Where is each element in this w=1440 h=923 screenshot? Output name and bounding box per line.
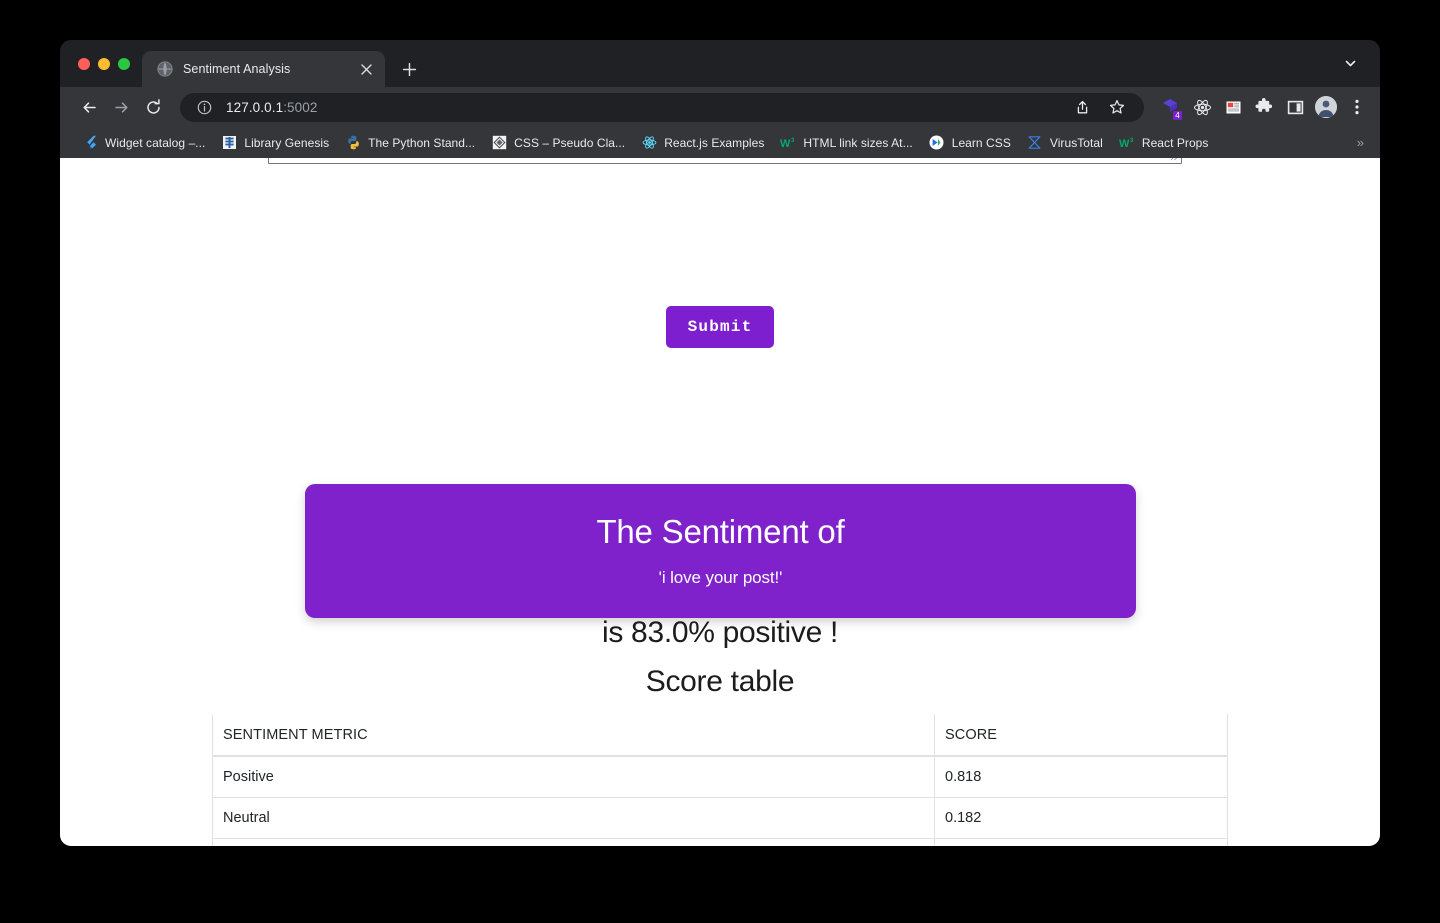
browser-window: Sentiment Analysis	[60, 40, 1380, 846]
avatar[interactable]	[1313, 94, 1339, 120]
cell-metric: Negative	[213, 839, 935, 847]
react-icon[interactable]	[1189, 94, 1215, 120]
w3-icon: W 3	[1119, 135, 1135, 151]
cell-score: 0.818	[935, 756, 1228, 798]
sidepanel-icon[interactable]	[1282, 94, 1308, 120]
url-host: 127.0.0.1	[226, 100, 283, 115]
submit-row: Submit	[60, 306, 1380, 348]
resize-grip-icon[interactable]	[1168, 158, 1179, 161]
css-diamond-icon	[491, 135, 507, 151]
bookmark-label: Library Genesis	[244, 136, 329, 150]
table-row: Neutral 0.182	[213, 798, 1228, 839]
bookmark-label: React.js Examples	[664, 136, 764, 150]
score-table-container: SENTIMENT METRIC SCORE Positive 0.818 Ne…	[212, 714, 1228, 846]
learn-css-icon	[929, 135, 945, 151]
bookmark-item-css-pseudo-classes[interactable]: CSS – Pseudo Cla...	[483, 132, 633, 154]
share-icon[interactable]	[1069, 94, 1095, 120]
column-header-metric: SENTIMENT METRIC	[213, 715, 935, 757]
extension-badge-count: 4	[1172, 110, 1183, 121]
flutter-icon	[82, 135, 98, 151]
browser-menu-icon[interactable]	[1344, 94, 1370, 120]
reader-window-icon[interactable]	[1220, 94, 1246, 120]
cell-score: 0.0	[935, 839, 1228, 847]
cell-metric: Neutral	[213, 798, 935, 839]
window-close-button[interactable]	[78, 58, 90, 70]
table-row: Negative 0.0	[213, 839, 1228, 847]
bookmark-label: VirusTotal	[1050, 136, 1103, 150]
url-text: 127.0.0.1:5002	[226, 100, 1060, 115]
window-traffic-lights	[60, 40, 142, 87]
star-icon[interactable]	[1104, 94, 1130, 120]
tab-title: Sentiment Analysis	[183, 62, 347, 76]
bookmark-item-html-link-sizes[interactable]: W 3 HTML link sizes At...	[772, 132, 920, 154]
bookmarks-overflow-icon[interactable]: »	[1353, 135, 1368, 150]
bookmark-item-reactjs-examples[interactable]: React.js Examples	[633, 132, 772, 154]
bookmark-item-library-genesis[interactable]: Library Genesis	[213, 132, 337, 154]
cell-score: 0.182	[935, 798, 1228, 839]
bookmark-item-react-props[interactable]: W 3 React Props	[1111, 132, 1217, 154]
bookmark-item-python-standard[interactable]: The Python Stand...	[337, 132, 483, 154]
window-maximize-button[interactable]	[118, 58, 130, 70]
bookmark-label: React Props	[1142, 136, 1209, 150]
sentiment-verdict: is 83.0% positive !	[60, 616, 1380, 650]
sentiment-card-quote: 'i love your post!'	[325, 568, 1116, 588]
extension-purple-diamond-icon[interactable]: 4	[1158, 94, 1184, 120]
close-icon[interactable]	[357, 60, 375, 78]
chevron-down-icon[interactable]	[1336, 50, 1364, 78]
sentiment-result-card: The Sentiment of 'i love your post!'	[305, 484, 1136, 618]
score-table-head: SENTIMENT METRIC SCORE	[213, 715, 1228, 757]
svg-text:W: W	[1119, 138, 1130, 150]
tab-strip: Sentiment Analysis	[60, 40, 1380, 87]
new-tab-button[interactable]	[393, 53, 425, 85]
react-icon	[641, 135, 657, 151]
reload-icon[interactable]	[138, 92, 168, 122]
url-port: :5002	[283, 100, 317, 115]
browser-toolbar: 127.0.0.1:5002 4	[60, 87, 1380, 127]
python-icon	[345, 135, 361, 151]
cell-metric: Positive	[213, 756, 935, 798]
bookmark-label: Widget catalog –...	[105, 136, 205, 150]
tabstrip-right-controls	[1336, 40, 1380, 87]
table-header-row: SENTIMENT METRIC SCORE	[213, 715, 1228, 757]
library-genesis-icon	[221, 135, 237, 151]
window-minimize-button[interactable]	[98, 58, 110, 70]
address-bar[interactable]: 127.0.0.1:5002	[180, 93, 1144, 122]
virustotal-icon	[1027, 135, 1043, 151]
extension-icons: 4	[1154, 94, 1370, 120]
svg-text:W: W	[780, 138, 791, 150]
w3-icon: W 3	[780, 135, 796, 151]
table-row: Positive 0.818	[213, 756, 1228, 798]
sentiment-text-input[interactable]	[268, 158, 1182, 164]
bookmark-label: HTML link sizes At...	[803, 136, 912, 150]
bookmark-label: Learn CSS	[952, 136, 1011, 150]
column-header-score: SCORE	[935, 715, 1228, 757]
bookmarks-bar: Widget catalog –... Library Genesis	[60, 127, 1380, 158]
score-table: SENTIMENT METRIC SCORE Positive 0.818 Ne…	[212, 714, 1228, 846]
bookmark-item-learn-css[interactable]: Learn CSS	[921, 132, 1019, 154]
page-viewport: Submit The Sentiment of 'i love your pos…	[60, 158, 1380, 846]
info-circle-icon[interactable]	[191, 94, 217, 120]
browser-tab-sentiment-analysis[interactable]: Sentiment Analysis	[142, 51, 385, 87]
back-arrow-icon[interactable]	[74, 92, 104, 122]
score-table-body: Positive 0.818 Neutral 0.182 Negative 0.…	[213, 756, 1228, 846]
bookmark-label: The Python Stand...	[368, 136, 475, 150]
svg-text:3: 3	[1130, 138, 1134, 144]
svg-text:3: 3	[791, 138, 795, 144]
puzzle-extensions-icon[interactable]	[1251, 94, 1277, 120]
bookmark-item-virustotal[interactable]: VirusTotal	[1019, 132, 1111, 154]
sentiment-card-title: The Sentiment of	[325, 512, 1116, 552]
forward-arrow-icon[interactable]	[106, 92, 136, 122]
globe-icon	[156, 61, 173, 78]
score-table-heading: Score table	[60, 665, 1380, 699]
submit-button[interactable]: Submit	[666, 306, 775, 348]
bookmark-label: CSS – Pseudo Cla...	[514, 136, 625, 150]
bookmark-item-widget-catalog[interactable]: Widget catalog –...	[74, 132, 213, 154]
